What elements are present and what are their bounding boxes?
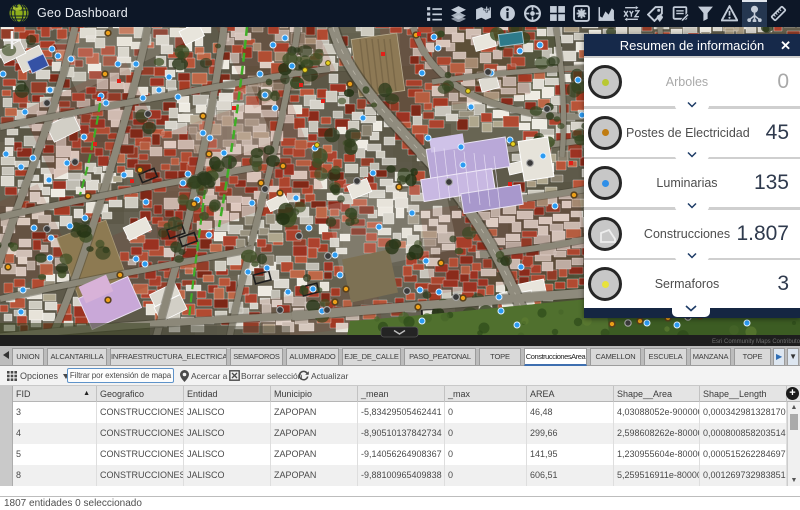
svg-text:Esri Community Maps Contributo: Esri Community Maps Contributors [712,339,800,345]
